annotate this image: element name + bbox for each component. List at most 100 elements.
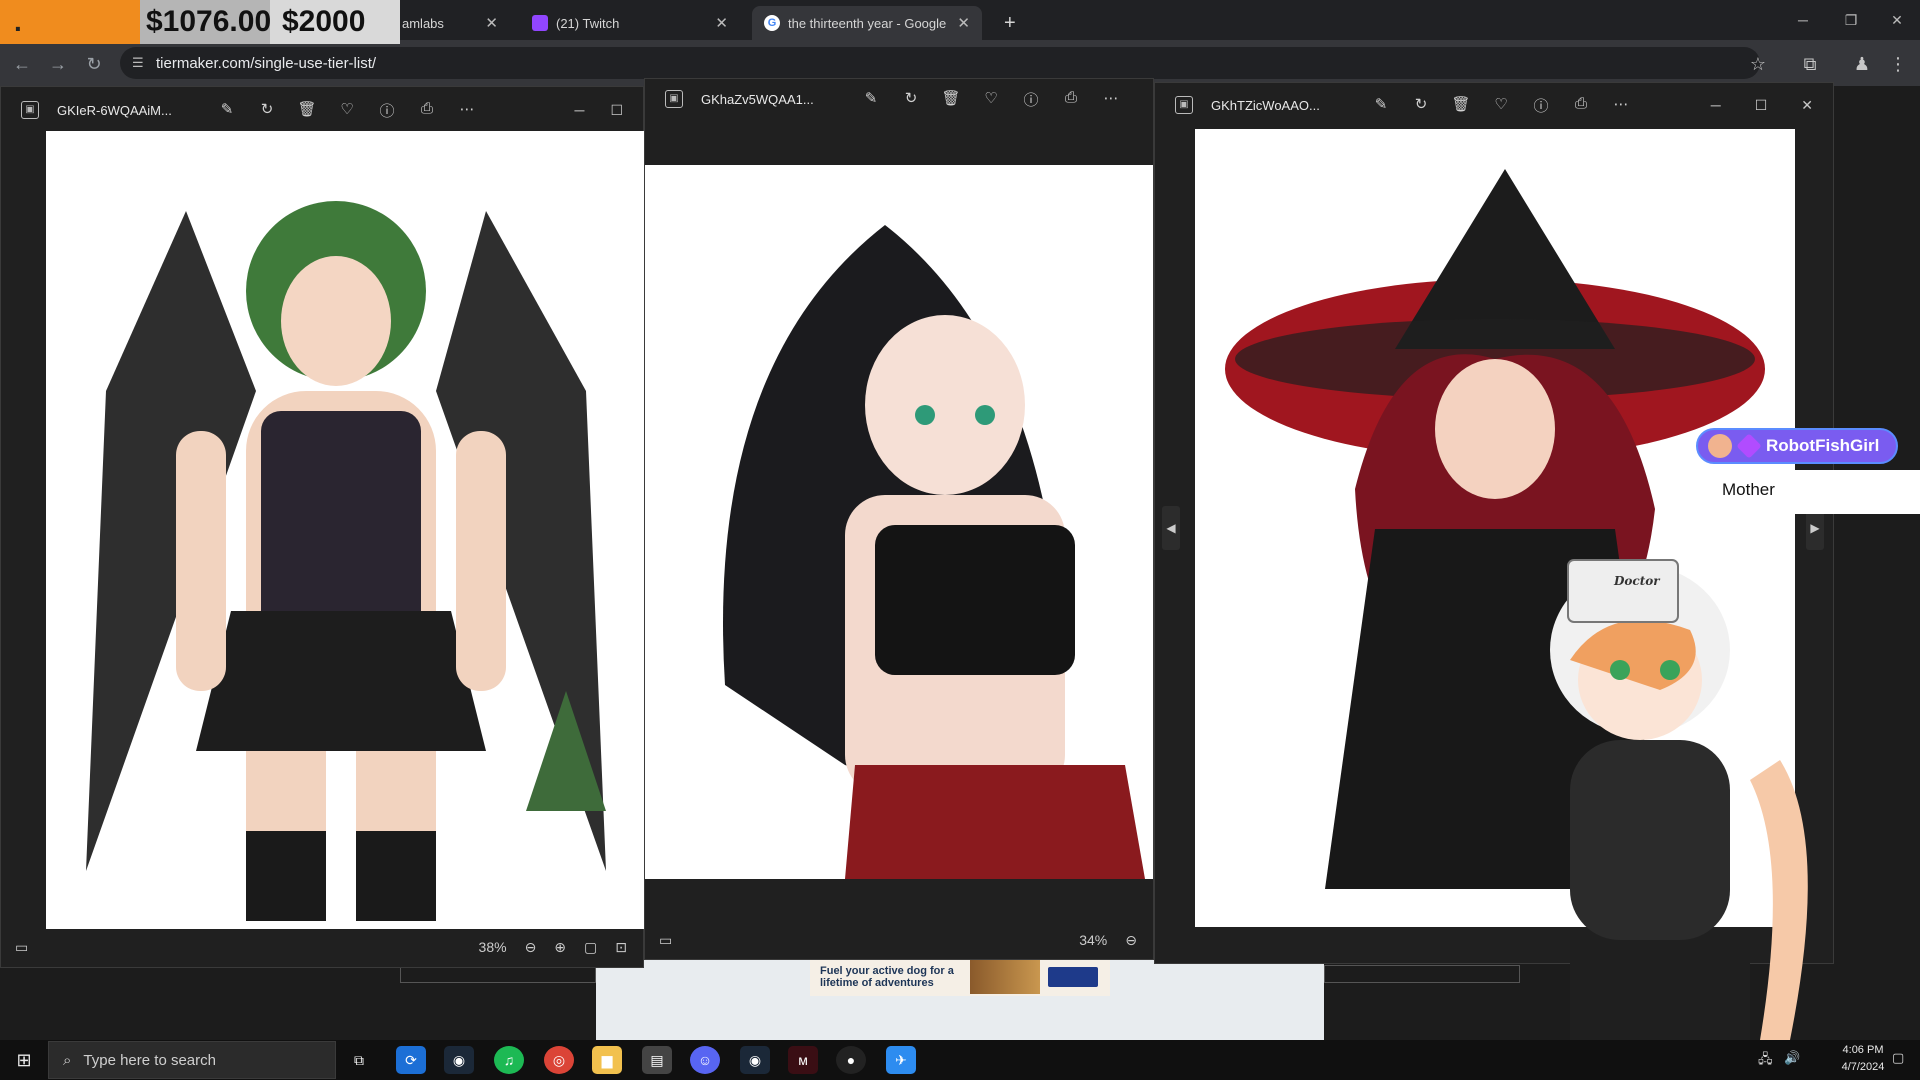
rotate-icon[interactable]: ↻ xyxy=(901,89,921,110)
steam-icon-2[interactable]: ◉ xyxy=(740,1046,770,1074)
more-icon[interactable]: ⋯ xyxy=(1611,95,1631,116)
favorite-icon[interactable]: ♡ xyxy=(337,100,357,121)
tab-twitch[interactable]: (21) Twitch ✕ xyxy=(520,6,740,40)
network-icon[interactable]: 🖧 xyxy=(1758,1050,1773,1072)
demon-girl-artwork xyxy=(46,131,644,929)
tab-google-search[interactable]: G the thirteenth year - Google Se ✕ xyxy=(752,6,982,40)
close-icon[interactable]: ✕ xyxy=(715,14,728,32)
photos-app-icon: ▣ xyxy=(1175,96,1193,114)
favorite-icon[interactable]: ♡ xyxy=(981,89,1001,110)
file-explorer-icon[interactable]: ▆ xyxy=(592,1046,622,1074)
info-icon[interactable]: ⓘ xyxy=(1021,89,1041,110)
viewer-footer: ▭ 38% ⊖ ⊕ ▢ ⊡ xyxy=(1,927,643,967)
file-name: GKIeR-6WQAAiM... xyxy=(57,102,172,118)
zoom-level: 38% xyxy=(478,939,507,955)
url-bar[interactable]: ☰ tiermaker.com/single-use-tier-list/ xyxy=(120,47,1760,79)
ad-logo xyxy=(1048,967,1098,987)
volume-icon[interactable]: 🔊 xyxy=(1784,1050,1800,1066)
favorite-icon[interactable]: ♡ xyxy=(1491,95,1511,116)
minimize-icon[interactable]: ─ xyxy=(575,102,585,119)
reload-icon[interactable]: ↻ xyxy=(80,50,108,78)
user-avatar xyxy=(1708,434,1732,458)
print-icon[interactable]: ⎙ xyxy=(417,100,437,121)
info-icon[interactable]: ⓘ xyxy=(1531,95,1551,116)
restore-icon[interactable]: ❐ xyxy=(1836,8,1866,32)
tab-label: amlabs xyxy=(402,15,444,31)
task-view-icon[interactable]: ⧉ xyxy=(344,1046,374,1074)
current-amount: $1076.00 xyxy=(140,0,271,44)
delete-icon[interactable]: 🗑 xyxy=(941,89,961,110)
close-window-icon[interactable]: ✕ xyxy=(1882,8,1912,32)
delete-icon[interactable]: 🗑 xyxy=(297,100,317,121)
back-icon[interactable]: ← xyxy=(8,50,36,78)
photo-viewer-2[interactable]: ▣ GKhaZv5WQAA1... ✎ ↻ 🗑 ♡ ⓘ ⎙ ⋯ ▭ 34% ⊖ xyxy=(644,78,1154,960)
maximize-icon[interactable]: ☐ xyxy=(1755,97,1768,114)
menu-icon[interactable]: ⋮ xyxy=(1884,50,1912,78)
file-name: GKhaZv5WQAA1... xyxy=(701,91,814,107)
taskbar-search[interactable]: ⌕ Type here to search xyxy=(48,1041,336,1079)
photo-viewer-1[interactable]: ▣ GKIeR-6WQAAiM... ✎ ↻ 🗑 ♡ ⓘ ⎙ ⋯ ─ ☐ ▭ 3… xyxy=(0,86,644,968)
discord-icon[interactable]: ☺ xyxy=(690,1046,720,1074)
maximize-icon[interactable]: ☐ xyxy=(610,102,623,119)
rotate-icon[interactable]: ↻ xyxy=(1411,95,1431,116)
file-name: GKhTZicWoAAO... xyxy=(1211,97,1320,113)
info-icon[interactable]: ⓘ xyxy=(377,100,397,121)
photos-app-icon: ▣ xyxy=(665,90,683,108)
print-icon[interactable]: ⎙ xyxy=(1571,95,1591,116)
app-icon-red[interactable]: ᴍ xyxy=(788,1046,818,1074)
tab-label: the thirteenth year - Google Se xyxy=(788,15,948,31)
bookmark-star-icon[interactable]: ☆ xyxy=(1744,50,1772,78)
new-tab-button[interactable]: + xyxy=(992,6,1022,40)
app-icon-stack[interactable]: ▤ xyxy=(642,1046,672,1074)
ad-text: Fuel your active dog for a lifetime of a… xyxy=(820,965,954,989)
close-icon[interactable]: ✕ xyxy=(1801,97,1813,114)
obs-icon[interactable]: ● xyxy=(836,1046,866,1074)
advertisement[interactable]: Fuel your active dog for a lifetime of a… xyxy=(810,958,1110,996)
edit-icon[interactable]: ✎ xyxy=(217,100,237,121)
steam-icon[interactable]: ◉ xyxy=(444,1046,474,1074)
zoom-in-icon[interactable]: ⊕ xyxy=(554,939,566,956)
windows-start-icon[interactable]: ⊞ xyxy=(6,1044,42,1076)
forward-icon[interactable]: → xyxy=(44,50,72,78)
donation-goal-overlay: . $1076.00 $2000 xyxy=(0,0,400,44)
filmstrip-icon[interactable]: ▭ xyxy=(15,939,28,956)
tab-label: (21) Twitch xyxy=(556,15,620,31)
more-icon[interactable]: ⋯ xyxy=(457,100,477,121)
delete-icon[interactable]: 🗑 xyxy=(1451,95,1471,116)
zoom-out-icon[interactable]: ⊖ xyxy=(525,939,537,956)
app-icon-blue[interactable]: ⟳ xyxy=(396,1046,426,1074)
url-text: tiermaker.com/single-use-tier-list/ xyxy=(156,54,377,72)
zoom-out-icon[interactable]: ⊖ xyxy=(1125,932,1137,949)
spotify-icon[interactable]: ♫ xyxy=(494,1046,524,1074)
page-box-right xyxy=(1324,965,1520,983)
previous-image-arrow[interactable]: ◀ xyxy=(1162,506,1180,550)
minimize-icon[interactable]: ─ xyxy=(1788,8,1818,32)
viewer-titlebar: ▣ GKhaZv5WQAA1... ✎ ↻ 🗑 ♡ ⓘ ⎙ ⋯ xyxy=(645,79,1153,119)
minimize-icon[interactable]: ─ xyxy=(1711,97,1721,114)
chrome-icon[interactable]: ◎ xyxy=(544,1046,574,1074)
print-icon[interactable]: ⎙ xyxy=(1061,89,1081,110)
viewer-titlebar: ▣ GKIeR-6WQAAiM... ✎ ↻ 🗑 ♡ ⓘ ⎙ ⋯ ─ ☐ xyxy=(1,87,643,133)
image-canvas xyxy=(645,165,1153,879)
ad-image xyxy=(970,960,1040,994)
profile-icon[interactable]: ♟ xyxy=(1848,50,1876,78)
fit-icon[interactable]: ▢ xyxy=(584,939,597,956)
chat-username-pill: RobotFishGirl xyxy=(1696,428,1898,464)
taskbar-clock[interactable]: 4:06 PM 4/7/2024 xyxy=(1836,1042,1890,1076)
notifications-icon[interactable]: ▢ xyxy=(1892,1050,1904,1066)
close-icon[interactable]: ✕ xyxy=(957,14,970,32)
app-icon-active[interactable]: ✈ xyxy=(886,1046,916,1074)
close-icon[interactable]: ✕ xyxy=(485,14,498,32)
actual-size-icon[interactable]: ⊡ xyxy=(615,939,627,956)
vtuber-avatar: Doctor xyxy=(1530,540,1830,1040)
edit-icon[interactable]: ✎ xyxy=(1371,95,1391,116)
site-settings-icon[interactable]: ☰ xyxy=(132,55,148,71)
filmstrip-icon[interactable]: ▭ xyxy=(659,932,672,949)
edit-icon[interactable]: ✎ xyxy=(861,89,881,110)
image-canvas xyxy=(46,131,644,929)
viewer-footer: ▭ 34% ⊖ xyxy=(645,921,1153,959)
more-icon[interactable]: ⋯ xyxy=(1101,89,1121,110)
rotate-icon[interactable]: ↻ xyxy=(257,100,277,121)
tab-streamlabs[interactable]: amlabs ✕ xyxy=(390,6,510,40)
extensions-icon[interactable]: ⧉ xyxy=(1796,50,1824,78)
